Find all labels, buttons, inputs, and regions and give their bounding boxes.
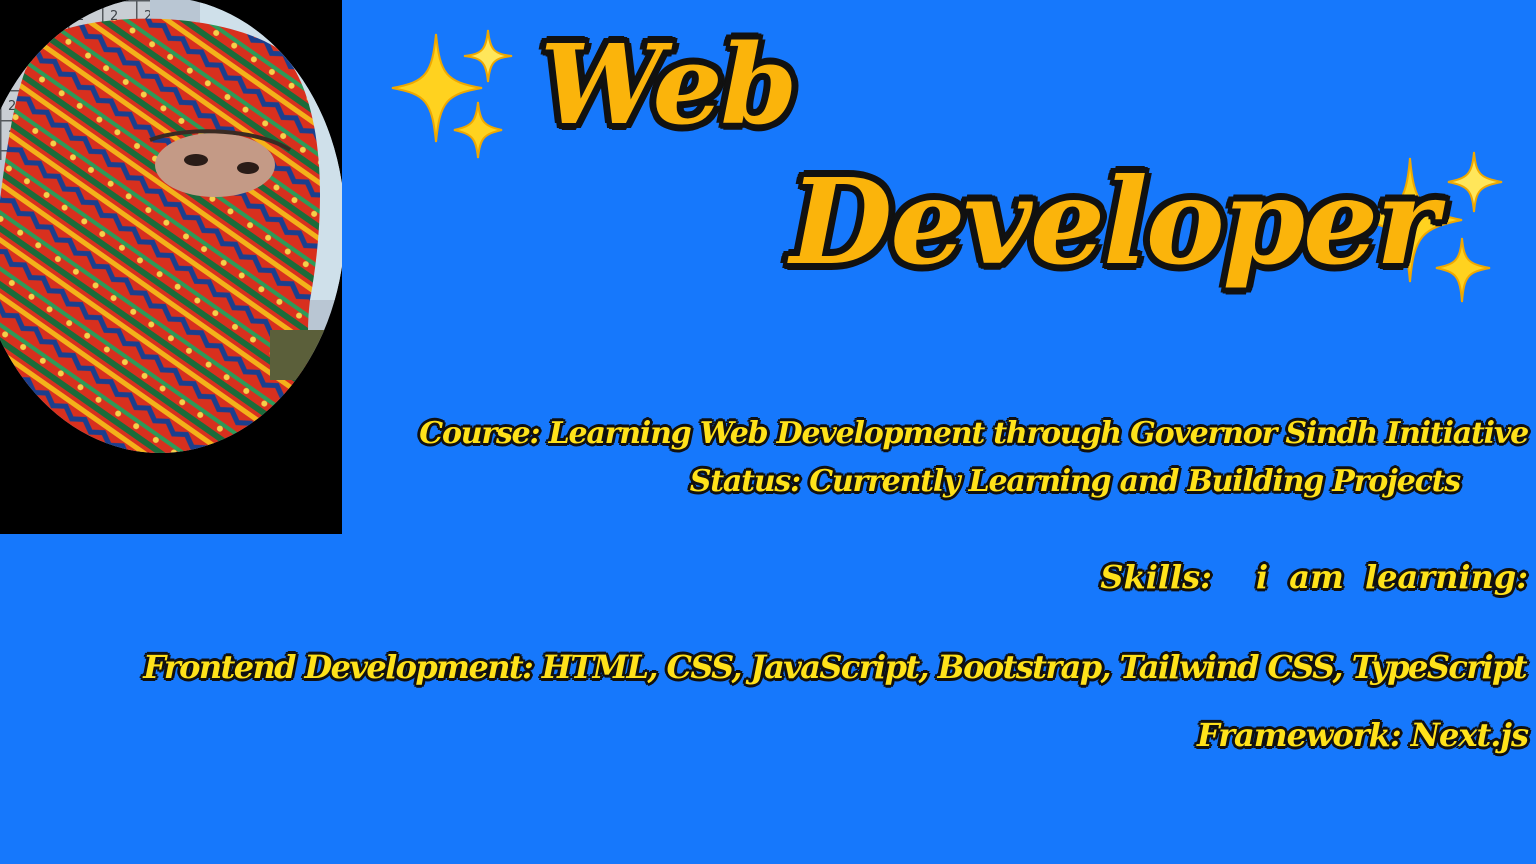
skills-line: Skills: i am learning: (1100, 558, 1528, 596)
skills-value: i am learning: (1255, 558, 1528, 596)
sparkles-icon (391, 29, 513, 159)
profile-photo: 2 (0, 0, 342, 453)
frontend-line: Frontend Development: HTML, CSS, JavaScr… (143, 648, 1527, 686)
profile-photo-frame: 2 (0, 0, 342, 534)
skills-label: Skills: (1100, 558, 1212, 596)
status-line: Status: Currently Learning and Building … (689, 464, 1461, 499)
title-developer: Developer (790, 152, 1438, 291)
course-line: Course: Learning Web Development through… (419, 416, 1529, 451)
framework-line: Framework: Next.js (1196, 716, 1529, 754)
title-web: Web (540, 20, 797, 149)
